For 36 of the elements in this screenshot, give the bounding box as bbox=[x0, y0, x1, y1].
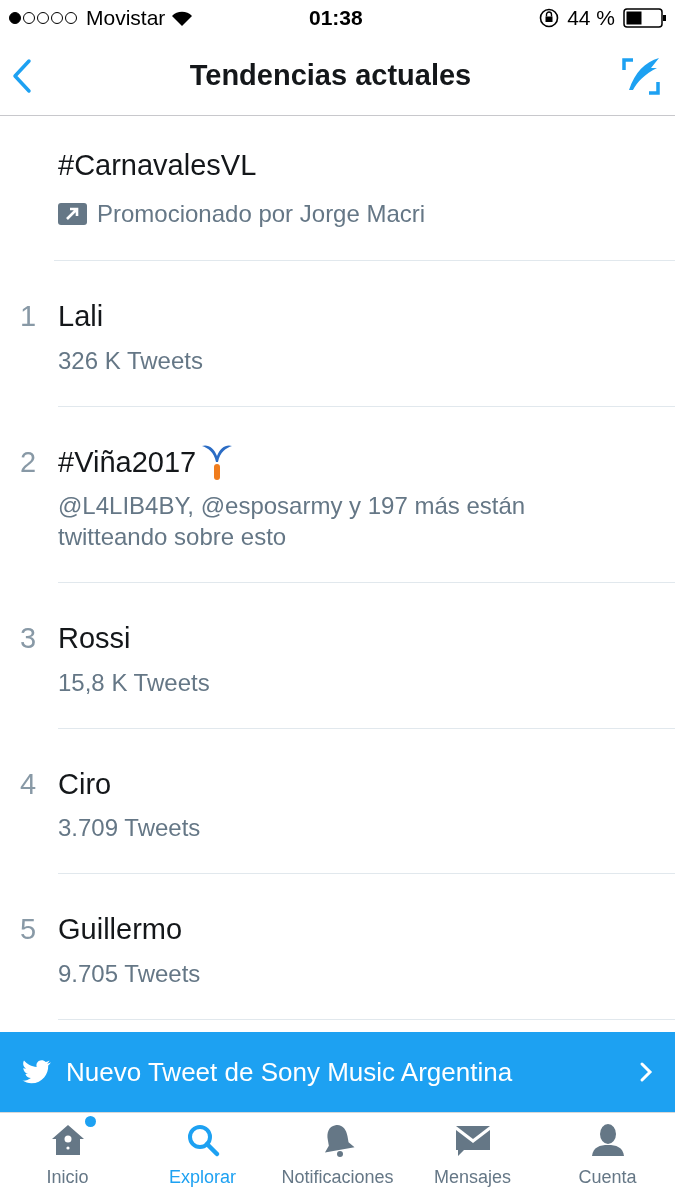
chevron-right-icon bbox=[639, 1061, 653, 1083]
back-icon bbox=[12, 57, 32, 94]
trend-rank: 1 bbox=[20, 299, 38, 334]
clock-time: 01:38 bbox=[309, 5, 363, 32]
trend-meta: 326 K Tweets bbox=[58, 345, 204, 376]
promoted-icon bbox=[58, 202, 87, 225]
banner-text: Nuevo Tweet de Sony Music Argentina bbox=[66, 1055, 514, 1089]
trend-rank: 3 bbox=[20, 621, 38, 656]
trend-rank: 4 bbox=[20, 766, 38, 802]
trend-name[interactable]: Ciro bbox=[58, 762, 112, 806]
trend-meta: 3.709 Tweets bbox=[58, 813, 202, 843]
battery-percent: 44 % bbox=[567, 5, 615, 32]
carrier-name: Movistar bbox=[86, 5, 166, 32]
trend-name[interactable]: Guillermo bbox=[58, 908, 183, 952]
compose-icon bbox=[621, 55, 661, 96]
bird-icon bbox=[22, 1059, 52, 1085]
signal-icon bbox=[8, 11, 80, 25]
trend-meta: @L4LIB4BY, @esposarmy y 197 más están twitteando sobre esto bbox=[58, 491, 527, 552]
trend-meta: 9.705 Tweets bbox=[58, 958, 202, 989]
trend-rank: 2 bbox=[20, 444, 38, 480]
battery-icon bbox=[623, 8, 667, 28]
tab-bar-item[interactable]: Inicio bbox=[0, 1113, 135, 1200]
trend-name[interactable]: Rossi bbox=[58, 617, 131, 661]
trend-name[interactable]: #Viña2017 bbox=[58, 440, 197, 484]
tab-bar-item[interactable]: Notificaciones bbox=[270, 1113, 405, 1200]
promoted-label: Promocionado por Jorge Macri bbox=[97, 198, 426, 229]
rotation-lock-icon bbox=[539, 8, 560, 28]
trend-meta: 15,8 K Tweets bbox=[58, 667, 211, 698]
page-title: Tendencias actuales bbox=[189, 57, 472, 93]
trend-name[interactable]: Lali bbox=[58, 295, 104, 339]
tab-bar-item[interactable]: Mensajes bbox=[405, 1113, 540, 1200]
wifi-icon bbox=[171, 10, 194, 26]
trend-rank: 5 bbox=[20, 912, 38, 947]
tab-bar-item[interactable]: Cuenta bbox=[540, 1113, 675, 1200]
person-icon bbox=[589, 1122, 626, 1158]
trend-name[interactable]: #CarnavalesVL bbox=[58, 144, 675, 188]
